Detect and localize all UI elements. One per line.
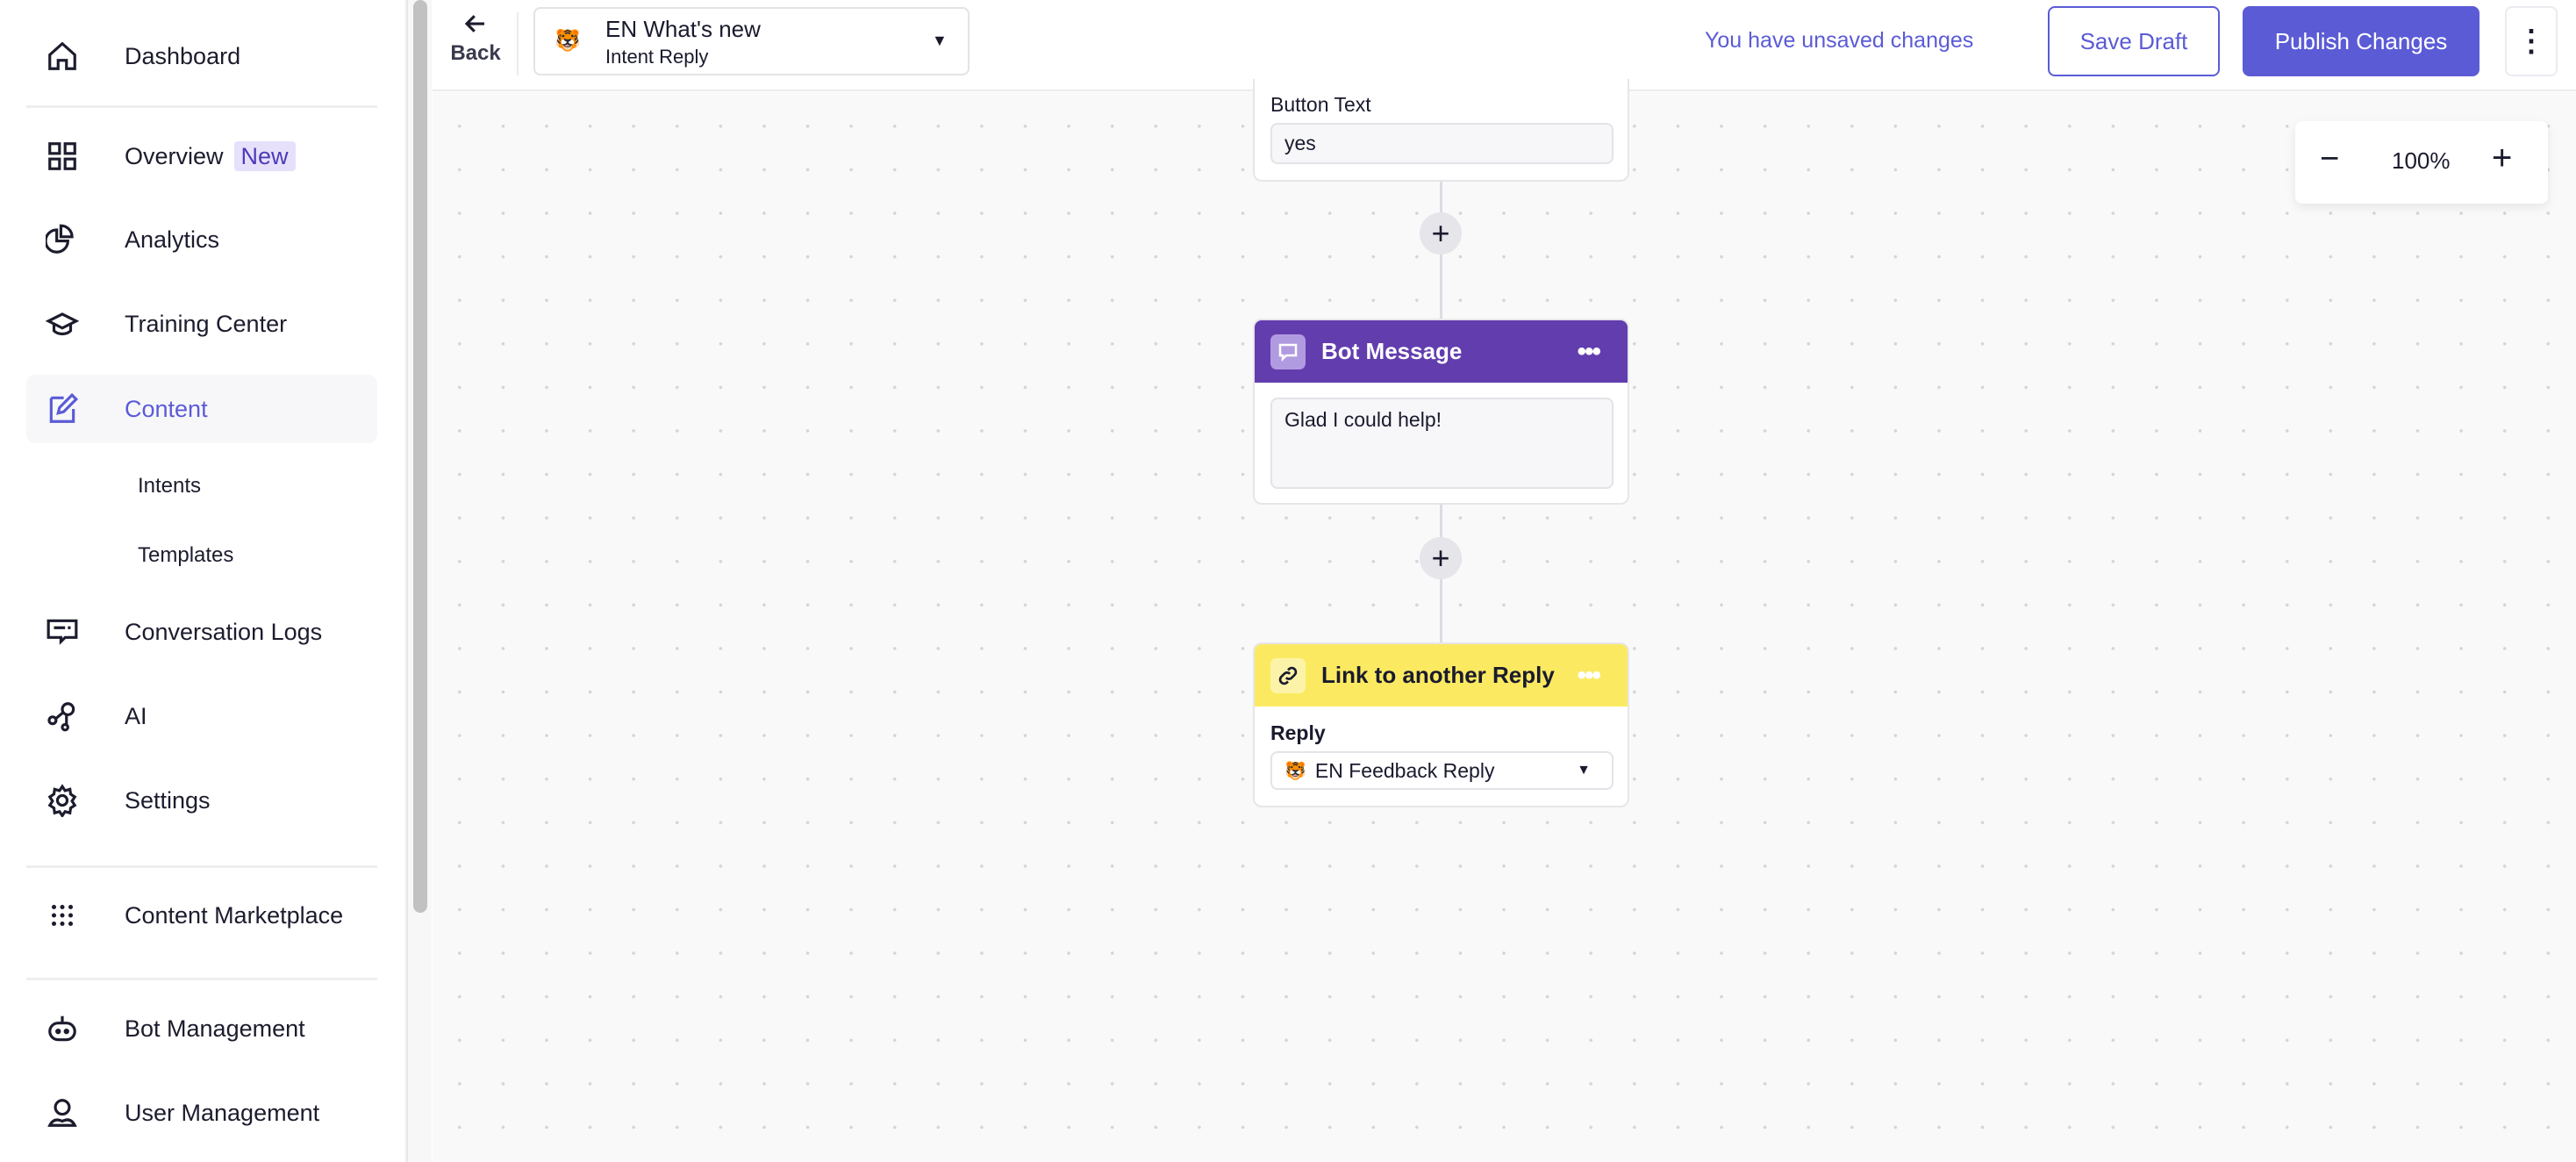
sidebar-item-label: Analytics (125, 226, 220, 253)
sidebar: Dashboard Overview New Analytics Training… (0, 0, 407, 1162)
zoom-in-button[interactable]: + (2492, 139, 2512, 178)
grid-icon (48, 142, 76, 170)
graduation-cap-icon (46, 312, 79, 336)
link-icon (1270, 657, 1306, 693)
caret-down-icon: ▼ (1577, 763, 1591, 778)
sidebar-subitem-templates[interactable]: Templates (138, 543, 233, 568)
more-options-button[interactable]: ⋮ (2505, 6, 2558, 76)
reply-select-value: EN Feedback Reply (1314, 758, 1495, 782)
reply-label: Reply (1270, 721, 1326, 744)
pie-chart-icon (46, 224, 74, 254)
nodes-icon (47, 702, 75, 732)
add-step-button[interactable]: + (1420, 212, 1462, 255)
dots-grid-icon (51, 904, 74, 927)
reply-title: EN What's new (605, 16, 761, 42)
new-badge: New (233, 140, 296, 171)
bot-message-header: Bot Message ••• (1255, 320, 1628, 383)
sidebar-item-user-management[interactable]: User Management (26, 1079, 377, 1147)
overview-label: Overview (125, 142, 224, 169)
bot-message-card[interactable]: Bot Message ••• Glad I could help! (1253, 319, 1629, 505)
more-horizontal-icon[interactable]: ••• (1577, 661, 1600, 691)
sidebar-item-settings[interactable]: Settings (26, 766, 377, 835)
plus-icon: + (1431, 215, 1450, 251)
link-reply-title: Link to another Reply (1321, 662, 1555, 688)
chat-bubble-icon (1270, 334, 1306, 369)
button-text-label: Button Text (1270, 93, 1371, 116)
sidebar-item-content-marketplace[interactable]: Content Marketplace (26, 881, 377, 950)
robot-icon (48, 1015, 76, 1042)
back-button[interactable]: Back (446, 11, 505, 74)
sidebar-item-label: Dashboard (125, 42, 241, 69)
user-icon (47, 1099, 77, 1127)
vertical-dots-icon: ⋮ (2516, 25, 2546, 58)
divider (517, 12, 519, 75)
tiger-emoji-icon: 🐯 (555, 29, 581, 53)
button-text-input[interactable]: yes (1270, 123, 1614, 164)
sidebar-item-label: AI (125, 702, 147, 729)
sidebar-item-training-center[interactable]: Training Center (26, 290, 377, 358)
publish-changes-button[interactable]: Publish Changes (2243, 6, 2479, 76)
sidebar-item-label: Training Center (125, 310, 288, 337)
reply-select[interactable]: 🐯 EN Feedback Reply ▼ (1270, 751, 1614, 790)
bot-message-title: Bot Message (1321, 338, 1463, 364)
more-horizontal-icon[interactable]: ••• (1577, 337, 1600, 367)
link-reply-header: Link to another Reply ••• (1255, 644, 1628, 707)
sidebar-item-label: Settings (125, 786, 211, 814)
sidebar-item-conversation-logs[interactable]: Conversation Logs (26, 598, 377, 666)
tiger-emoji-icon: 🐯 (1284, 761, 1306, 781)
divider (26, 105, 377, 108)
sidebar-item-label: Conversation Logs (125, 618, 323, 645)
sidebar-subitem-intents[interactable]: Intents (138, 474, 201, 499)
chat-log-icon (47, 619, 78, 645)
edit-icon (49, 392, 79, 423)
reply-selector-dropdown[interactable]: 🐯 EN What's new Intent Reply ▼ (533, 7, 970, 75)
divider (26, 865, 377, 868)
sidebar-item-label: User Management (125, 1099, 320, 1126)
back-label: Back (450, 41, 501, 65)
button-card[interactable]: Button Text yes (1253, 79, 1629, 182)
sidebar-item-label: Content Marketplace (125, 901, 344, 929)
save-draft-button[interactable]: Save Draft (2048, 6, 2220, 76)
flow-canvas[interactable] (433, 92, 2576, 1162)
scrollbar-thumb[interactable] (413, 0, 427, 913)
zoom-level: 100% (2392, 147, 2451, 174)
sidebar-item-content[interactable]: Content (26, 375, 377, 443)
sidebar-item-overview[interactable]: Overview New (26, 122, 377, 190)
plus-icon: + (1431, 540, 1450, 576)
link-reply-card[interactable]: Link to another Reply ••• Reply 🐯 EN Fee… (1253, 642, 1629, 807)
zoom-out-button[interactable]: − (2320, 140, 2339, 178)
gear-icon (47, 784, 77, 817)
unsaved-changes-text: You have unsaved changes (1705, 28, 1974, 53)
caret-down-icon: ▼ (932, 32, 948, 49)
sidebar-item-label: Bot Management (125, 1015, 305, 1042)
add-step-button[interactable]: + (1420, 537, 1462, 579)
sidebar-item-analytics[interactable]: Analytics (26, 205, 377, 274)
zoom-control: − 100% + (2295, 121, 2548, 204)
sidebar-item-label: Overview New (125, 140, 296, 171)
divider (26, 978, 377, 980)
sidebar-item-bot-management[interactable]: Bot Management (26, 994, 377, 1063)
reply-subtitle: Intent Reply (605, 46, 709, 68)
sidebar-item-label: Content (125, 395, 208, 422)
sidebar-item-ai[interactable]: AI (26, 682, 377, 750)
arrow-left-icon (464, 15, 484, 32)
sidebar-item-dashboard[interactable]: Dashboard (26, 22, 377, 90)
home-icon (48, 41, 76, 70)
bot-message-textarea[interactable]: Glad I could help! (1270, 398, 1614, 489)
